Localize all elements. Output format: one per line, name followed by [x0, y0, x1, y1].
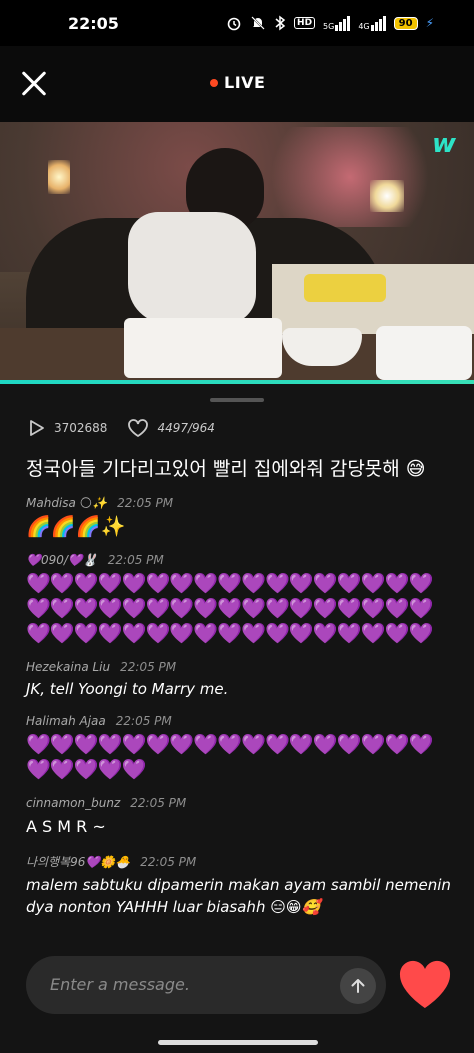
chat-text: 💜💜💜💜💜💜💜💜💜💜💜💜💜💜💜💜💜💜💜💜💜💜💜💜💜💜💜💜💜💜💜💜💜💜💜💜💜💜💜💜…	[26, 571, 433, 645]
food-box-label	[304, 274, 386, 302]
chat-time: 22:05 PM	[117, 496, 174, 510]
composer-bar: Enter a message.	[0, 942, 474, 1032]
chat-username[interactable]: Hezekaina Liu	[26, 660, 110, 674]
drag-handle[interactable]	[210, 398, 264, 402]
chat-text: 🌈🌈🌈✨	[26, 514, 126, 538]
chat-username[interactable]: Mahdisa 🌕✨	[26, 496, 107, 510]
chat-text: malem sabtuku dipamerin makan ayam sambi…	[26, 876, 451, 916]
weverse-icon: w	[431, 129, 457, 159]
container	[376, 326, 472, 380]
chat-message: cinnamon_bunz 22:05 PM A S M R ~	[26, 796, 454, 839]
chat-time: 22:05 PM	[130, 796, 187, 810]
arrow-up-icon[interactable]	[340, 968, 376, 1004]
live-header: LIVE	[0, 46, 474, 122]
status-icons: HD 5G 4G 90 ⚡	[226, 15, 434, 31]
home-indicator	[158, 1040, 318, 1045]
live-indicator: LIVE	[210, 73, 265, 92]
chat-time: 22:05 PM	[120, 660, 177, 674]
chat-username[interactable]: Halimah Ajaa	[26, 714, 106, 728]
views-count: 3702688	[54, 421, 108, 435]
wall-lamp	[370, 180, 404, 212]
video-progress-bar	[0, 380, 474, 384]
chat-time: 22:05 PM	[107, 553, 164, 567]
mute-icon	[251, 16, 265, 30]
close-icon[interactable]	[20, 70, 48, 98]
live-video-player[interactable]: w	[0, 122, 474, 384]
live-dot-icon	[210, 78, 218, 87]
chat-username[interactable]: 💜090/💜🐰	[26, 553, 98, 567]
chat-text: JK, tell Yoongi to Marry me.	[26, 680, 229, 698]
chat-message: Mahdisa 🌕✨ 22:05 PM 🌈🌈🌈✨	[26, 496, 454, 539]
message-input[interactable]: Enter a message.	[26, 956, 386, 1014]
live-label: LIVE	[224, 73, 266, 92]
stats-row: 3702688 4497/964	[26, 418, 235, 438]
food-tray	[124, 318, 282, 378]
chat-time: 22:05 PM	[140, 854, 197, 869]
chat-list[interactable]: Mahdisa 🌕✨ 22:05 PM 🌈🌈🌈✨ 💜090/💜🐰 22:05 PM …	[26, 496, 454, 932]
likes-stat: 4497/964	[127, 418, 215, 438]
hd-icon: HD	[294, 17, 316, 29]
charging-icon: ⚡	[425, 16, 434, 30]
bluetooth-icon	[275, 15, 286, 31]
chat-username[interactable]: cinnamon_bunz	[26, 796, 120, 810]
battery-icon: 90	[393, 16, 418, 30]
likes-count: 4497/964	[157, 421, 215, 435]
status-bar: 22:05 HD 5G 4G 90 ⚡	[0, 0, 474, 46]
chat-message: 💜090/💜🐰 22:05 PM 💜💜💜💜💜💜💜💜💜💜💜💜💜💜💜💜💜💜💜💜💜💜💜💜…	[26, 553, 454, 646]
4g-signal-icon: 4G	[358, 15, 386, 31]
status-time: 22:05	[68, 13, 119, 33]
heart-icon[interactable]	[398, 960, 452, 1010]
glove-hand	[128, 212, 256, 324]
chat-text: A S M R ~	[26, 817, 106, 836]
chat-message: Halimah Ajaa 22:05 PM 💜💜💜💜💜💜💜💜💜💜💜💜💜💜💜💜💜💜💜…	[26, 714, 454, 782]
5g-signal-icon: 5G	[323, 15, 351, 31]
views-stat: 3702688	[26, 418, 107, 438]
message-placeholder: Enter a message.	[50, 975, 190, 994]
pendant-lamp	[48, 160, 70, 194]
chat-text: 💜💜💜💜💜💜💜💜💜💜💜💜💜💜💜💜💜💜💜💜💜💜	[26, 732, 433, 781]
chat-time: 22:05 PM	[115, 714, 172, 728]
chat-message: 나의행복96💜🌼🐣 22:05 PM malem sabtuku dipameri…	[26, 853, 454, 918]
alarm-icon	[227, 17, 241, 31]
chat-username[interactable]: 나의행복96💜🌼🐣	[26, 853, 130, 870]
play-icon	[30, 420, 44, 436]
heart-outline-icon	[128, 419, 149, 438]
chat-message: Hezekaina Liu 22:05 PM JK, tell Yoongi to…	[26, 660, 454, 700]
pinned-notice: 정국아들 기다리고있어 빨리 집에와줘 감당못해 😅	[26, 458, 426, 480]
